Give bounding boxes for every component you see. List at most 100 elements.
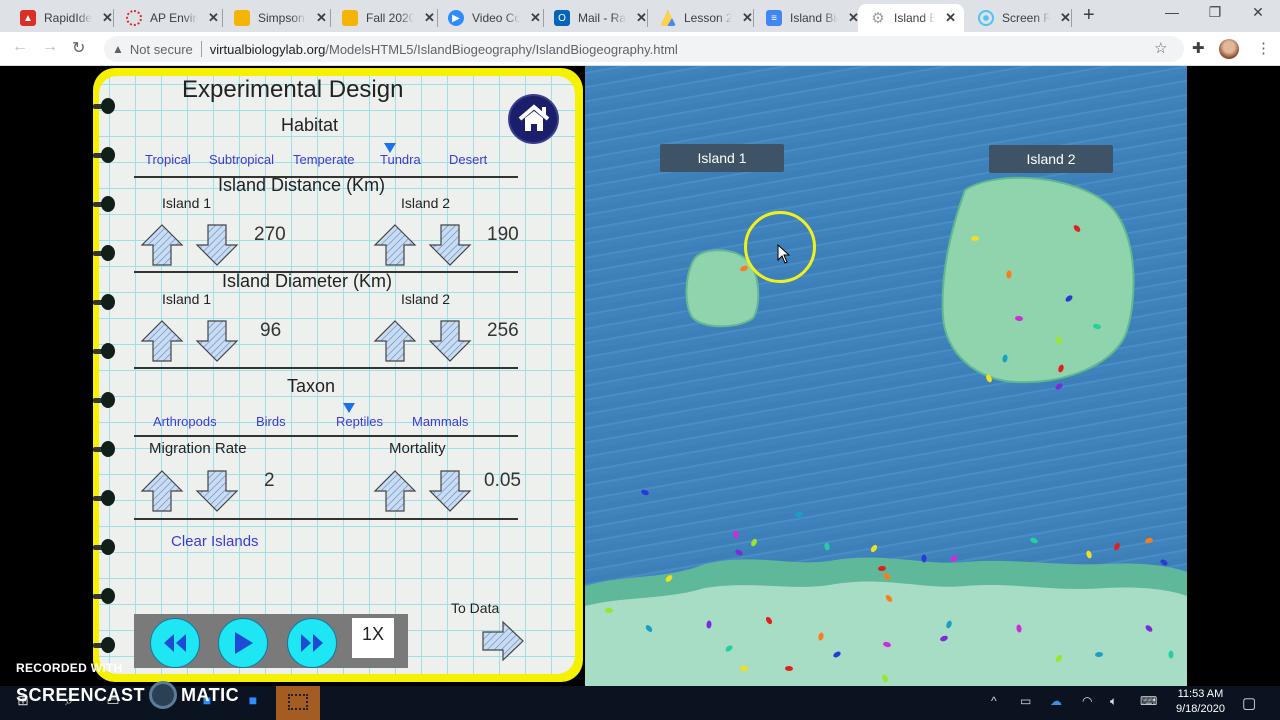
close-window-button[interactable]: ✕	[1243, 4, 1273, 21]
menu-kebab-icon[interactable]: ⋮	[1256, 39, 1271, 57]
play-button[interactable]	[218, 618, 268, 668]
taxon-option-birds[interactable]: Birds	[256, 414, 286, 429]
play-icon	[235, 632, 253, 654]
keyboard-icon[interactable]: ⌨	[1140, 694, 1157, 708]
arrow-down-icon	[428, 224, 472, 266]
volume-icon[interactable]: 🔈︎	[1110, 694, 1117, 709]
mortality-decrease-button[interactable]	[428, 470, 472, 512]
section-divider	[134, 518, 518, 520]
arrow-up-icon	[140, 224, 184, 266]
drive-icon	[660, 10, 676, 26]
restore-button[interactable]: ❐	[1200, 4, 1230, 21]
notebook-ring	[93, 392, 115, 410]
system-clock[interactable]: 11:53 AM 9/18/2020	[1176, 687, 1225, 717]
tab-ap-environmental[interactable]: AP Environmental ✕	[114, 4, 227, 32]
speed-toggle[interactable]: 1X	[352, 618, 394, 658]
extensions-puzzle-icon[interactable]: ✚	[1192, 39, 1205, 57]
taxon-option-mammals[interactable]: Mammals	[412, 414, 468, 429]
notebook-ring	[93, 196, 115, 214]
close-tab-icon[interactable]: ✕	[102, 10, 113, 26]
habitat-option-desert[interactable]: Desert	[449, 152, 487, 167]
address-bar[interactable]: ▲ Not secure virtualbiologylab.org/Model…	[104, 36, 1184, 62]
taxon-option-arthropods[interactable]: Arthropods	[153, 414, 217, 429]
habitat-option-subtropical[interactable]: Subtropical	[209, 152, 274, 167]
habitat-option-temperate[interactable]: Temperate	[293, 152, 354, 167]
zoom-meeting-taskbar-icon[interactable]: ■	[242, 692, 264, 712]
close-tab-icon[interactable]: ✕	[742, 10, 753, 26]
reload-button[interactable]: ↻	[72, 38, 85, 58]
close-tab-icon[interactable]: ✕	[1060, 10, 1071, 26]
close-tab-icon[interactable]: ✕	[945, 10, 956, 26]
arrow-up-icon	[373, 470, 417, 512]
to-data-label: To Data	[451, 600, 500, 616]
tab-rapididentity[interactable]: ▲ RapidIdentity ✕	[8, 4, 121, 32]
close-tab-icon[interactable]: ✕	[208, 10, 219, 26]
distance-island1-decrease-button[interactable]	[195, 224, 239, 266]
diameter-island1-increase-button[interactable]	[140, 320, 184, 362]
new-tab-button[interactable]: +	[1083, 4, 1095, 27]
divider	[200, 41, 202, 57]
wifi-icon[interactable]: ◠	[1082, 694, 1092, 708]
diameter-island2-increase-button[interactable]	[373, 320, 417, 362]
distance-island1-value: 270	[254, 224, 286, 245]
tab-island-biogeography-doc[interactable]: ≡ Island Biogeography ✕	[754, 4, 867, 32]
habitat-option-tropical[interactable]: Tropical	[145, 152, 191, 167]
bookmark-star-icon[interactable]: ☆	[1154, 39, 1167, 57]
close-tab-icon[interactable]: ✕	[636, 10, 647, 26]
taxon-option-reptiles[interactable]: Reptiles	[336, 414, 383, 429]
arrow-down-icon	[428, 320, 472, 362]
migration-increase-button[interactable]	[140, 470, 184, 512]
ap-icon	[126, 10, 142, 26]
onedrive-cloud-icon[interactable]: ☁	[1050, 694, 1062, 708]
rewind-button[interactable]	[150, 618, 200, 668]
rapididentity-icon: ▲	[20, 10, 36, 26]
close-tab-icon[interactable]: ✕	[424, 10, 435, 26]
forward-button[interactable]: →	[42, 38, 58, 56]
island-2-label: Island 2	[989, 145, 1113, 173]
slides-icon	[234, 10, 250, 26]
distance-island1-increase-button[interactable]	[140, 224, 184, 266]
show-hidden-icons[interactable]: ^	[991, 694, 997, 708]
back-button[interactable]: ←	[12, 38, 28, 56]
minimize-button[interactable]: —	[1157, 4, 1187, 20]
diameter-island2-decrease-button[interactable]	[428, 320, 472, 362]
profile-avatar[interactable]	[1219, 39, 1239, 59]
distance-island2-increase-button[interactable]	[373, 224, 417, 266]
close-tab-icon[interactable]: ✕	[316, 10, 327, 26]
url-text[interactable]: virtualbiologylab.org/ModelsHTML5/Island…	[210, 42, 678, 57]
migration-decrease-button[interactable]	[195, 470, 239, 512]
tab-mail[interactable]: O Mail - Ra ✕	[542, 4, 655, 32]
battery-icon[interactable]: ▭	[1020, 694, 1031, 708]
clear-islands-button[interactable]: Clear Islands	[171, 533, 259, 550]
arrow-up-icon	[140, 320, 184, 362]
diameter-island2-value: 256	[487, 320, 519, 341]
screencast-o-matic-watermark: SCREENCAST MATIC	[16, 681, 239, 709]
tab-simpson[interactable]: Simpson ✕	[222, 4, 335, 32]
tab-screen-recorder[interactable]: Screen Recorder ✕	[966, 4, 1079, 32]
home-button[interactable]	[508, 94, 559, 144]
browser-tab-strip: ▲ RapidIdentity ✕ AP Environmental ✕ Sim…	[0, 0, 1280, 32]
to-data-button[interactable]	[481, 620, 525, 662]
tab-fall-2020[interactable]: Fall 2020 ✕	[330, 4, 443, 32]
notebook-ring	[93, 343, 115, 361]
screen: ▲ RapidIdentity ✕ AP Environmental ✕ Sim…	[0, 0, 1280, 720]
diameter-island1-decrease-button[interactable]	[195, 320, 239, 362]
island-1-label: Island 1	[660, 144, 784, 172]
habitat-option-tundra[interactable]: Tundra	[380, 152, 421, 167]
screen-recorder-taskbar-button[interactable]	[276, 686, 320, 720]
close-tab-icon[interactable]: ✕	[530, 10, 541, 26]
tab-video-conference[interactable]: ▶ Video Conference ✕	[436, 4, 549, 32]
capture-icon	[288, 694, 308, 710]
mortality-increase-button[interactable]	[373, 470, 417, 512]
clock-date: 9/18/2020	[1176, 703, 1225, 715]
taxon-heading: Taxon	[287, 376, 336, 396]
fast-forward-button[interactable]	[287, 618, 337, 668]
distance-island2-decrease-button[interactable]	[428, 224, 472, 266]
notebook-ring	[93, 441, 115, 459]
security-label[interactable]: Not secure	[130, 42, 193, 57]
tab-lesson-2[interactable]: Lesson 2 ✕	[648, 4, 761, 32]
action-center-icon[interactable]: ▢	[1242, 694, 1256, 712]
section-divider	[134, 367, 518, 369]
migration-rate-label: Migration Rate	[149, 440, 247, 457]
tab-island-biogeography-active[interactable]: ⚙ Island Biogeography ✕	[858, 4, 964, 32]
